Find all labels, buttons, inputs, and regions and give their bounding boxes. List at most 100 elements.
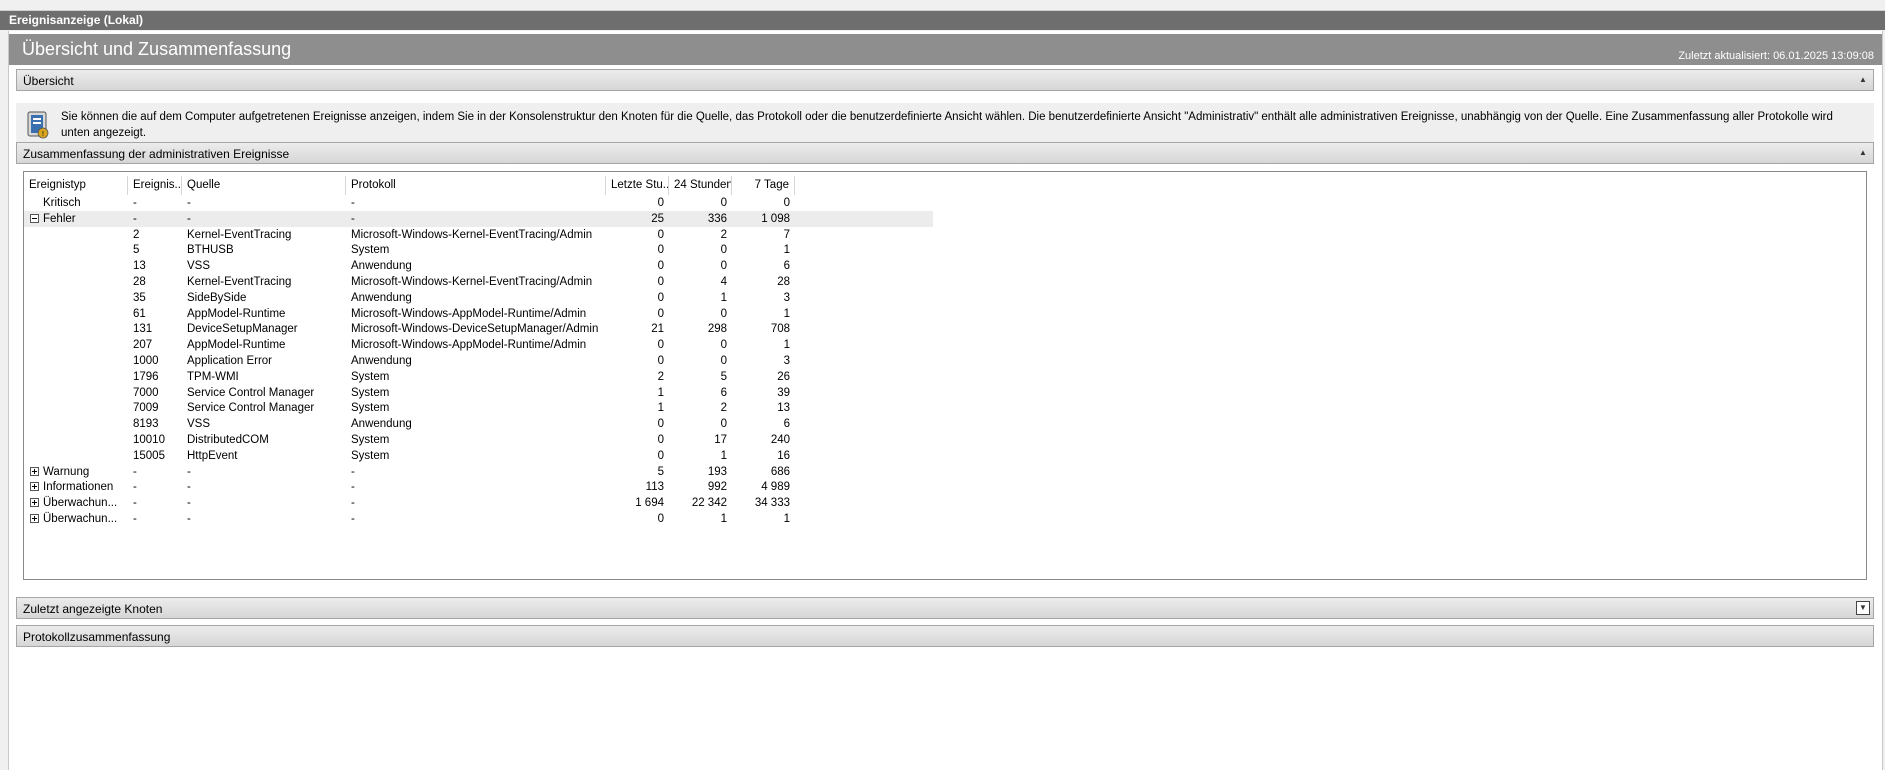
cell-type: Überwachun... xyxy=(43,497,118,510)
cell-hour: 21 xyxy=(651,323,664,336)
section-overview-header[interactable]: Übersicht ▲ xyxy=(16,69,1874,91)
cell-log: Anwendung xyxy=(351,291,412,304)
cell-source: VSS xyxy=(187,260,211,273)
cell-log: Anwendung xyxy=(351,260,412,273)
cell-day: 298 xyxy=(707,323,727,336)
table-row[interactable]: 61 AppModel-Runtime Microsoft-Windows-AppM… xyxy=(24,306,933,322)
table-row[interactable]: 7009 Service Control Manager System 1 2 13 xyxy=(24,400,933,416)
cell-log: - xyxy=(351,497,355,510)
column-header-source[interactable]: Quelle xyxy=(182,176,346,195)
cell-type xyxy=(38,385,128,401)
cell-type: Überwachun... xyxy=(43,513,118,525)
section-log-summary-header[interactable]: Protokollzusammenfassung xyxy=(16,625,1874,647)
column-header-week[interactable]: 7 Tage xyxy=(732,176,795,195)
cell-source: - xyxy=(187,197,191,209)
column-header-type[interactable]: Ereignistyp xyxy=(24,176,128,195)
cell-week: 16 xyxy=(777,449,790,462)
cell-source: Application Error xyxy=(187,355,273,367)
column-header-day[interactable]: 24 Stunden xyxy=(669,176,732,195)
cell-id: - xyxy=(133,197,137,209)
table-row[interactable]: 28 Kernel-EventTracing Microsoft-Windows-K… xyxy=(24,274,933,290)
column-header-log[interactable]: Protokoll xyxy=(346,176,606,195)
cell-hour: 0 xyxy=(657,197,664,209)
table-row[interactable]: 207 AppModel-Runtime Microsoft-Windows-App… xyxy=(24,337,933,353)
cell-log: Microsoft-Windows-AppModel-Runtime/Admin xyxy=(351,307,587,320)
cell-day: 1 xyxy=(720,513,727,525)
cell-hour: 0 xyxy=(657,449,664,462)
cell-type xyxy=(38,400,128,416)
cell-type xyxy=(38,448,128,464)
cell-week: 7 xyxy=(783,228,790,241)
overview-description: Sie können die auf dem Computer aufgetre… xyxy=(61,111,1833,139)
cell-source: Service Control Manager xyxy=(187,402,315,415)
cell-type xyxy=(38,258,128,274)
table-row[interactable]: 13 VSS Anwendung 0 0 6 xyxy=(24,258,933,274)
cell-log: System xyxy=(351,434,390,446)
column-header-hour[interactable]: Letzte Stu... xyxy=(606,176,669,195)
table-row[interactable]: 15005 HttpEvent System 0 1 16 xyxy=(24,448,933,464)
cell-type xyxy=(38,369,128,385)
cell-type xyxy=(38,306,128,322)
cell-day: 1 xyxy=(720,291,727,304)
column-header-id[interactable]: Ereignis... xyxy=(128,176,182,195)
cell-id: 1000 xyxy=(133,355,159,367)
cell-week: 13 xyxy=(777,402,790,415)
cell-id: 28 xyxy=(133,276,146,288)
cell-day: 0 xyxy=(720,307,727,320)
table-row[interactable]: 5 BTHUSB System 0 0 1 xyxy=(24,242,933,258)
cell-day: 6 xyxy=(720,386,727,399)
cell-hour: 25 xyxy=(651,212,664,225)
table-row[interactable]: Fehler - - - 25 336 1 098 xyxy=(24,210,933,227)
cell-type: Fehler xyxy=(43,212,76,225)
cell-type xyxy=(38,242,128,258)
table-row[interactable]: 10010 DistributedCOM System 0 17 240 xyxy=(24,432,933,448)
cell-log: Microsoft-Windows-AppModel-Runtime/Admin xyxy=(351,339,587,352)
cell-source: BTHUSB xyxy=(187,244,234,257)
cell-id: 1796 xyxy=(133,370,159,383)
table-row[interactable]: 131 DeviceSetupManager Microsoft-Windows-D… xyxy=(24,321,933,337)
cell-log: - xyxy=(351,197,355,209)
cell-id: 10010 xyxy=(133,434,165,446)
cell-id: - xyxy=(133,497,137,510)
table-row[interactable]: Warnung - - - 5 193 686 xyxy=(24,464,933,480)
section-admin-summary-header[interactable]: Zusammenfassung der administrativen Erei… xyxy=(16,142,1874,164)
cell-week: 6 xyxy=(783,260,790,273)
cell-week: 6 xyxy=(783,418,790,431)
table-row[interactable]: 8193 VSS Anwendung 0 0 6 xyxy=(24,416,933,432)
collapse-icon[interactable]: ▲ xyxy=(1856,73,1870,87)
cell-week: 28 xyxy=(777,276,790,288)
table-row[interactable]: Kritisch - - - 0 0 0 xyxy=(24,195,933,211)
cell-hour: 0 xyxy=(657,434,664,446)
section-overview-label: Übersicht xyxy=(23,74,74,88)
section-admin-summary-label: Zusammenfassung der administrativen Erei… xyxy=(23,147,290,161)
cell-hour: 0 xyxy=(657,355,664,367)
table-row[interactable]: 1796 TPM-WMI System 2 5 26 xyxy=(24,369,933,385)
cell-log: System xyxy=(351,386,390,399)
cell-source: HttpEvent xyxy=(187,449,238,462)
table-row[interactable]: 1000 Application Error Anwendung 0 0 3 xyxy=(24,353,933,369)
table-row[interactable]: Informationen - - - 113 992 4 989 xyxy=(24,479,933,495)
cell-source: DistributedCOM xyxy=(187,434,269,446)
collapse-icon[interactable]: ▲ xyxy=(1856,146,1870,160)
cell-type xyxy=(38,321,128,337)
page-title: Übersicht und Zusammenfassung xyxy=(22,39,292,59)
cell-hour: 0 xyxy=(657,228,664,241)
table-row[interactable]: 7000 Service Control Manager System 1 6 39 xyxy=(24,385,933,401)
section-recent-nodes-header[interactable]: Zuletzt angezeigte Knoten ▼ xyxy=(16,597,1874,619)
cell-source: TPM-WMI xyxy=(187,370,239,383)
cell-source: - xyxy=(187,513,191,525)
cell-source: VSS xyxy=(187,418,211,431)
cell-id: 131 xyxy=(133,323,153,336)
table-row[interactable]: Überwachun... - - - 0 1 1 xyxy=(24,511,933,527)
table-row[interactable]: 35 SideBySide Anwendung 0 1 3 xyxy=(24,290,933,306)
cell-week: 3 xyxy=(783,355,790,367)
page-header: Übersicht und Zusammenfassung Zuletzt ak… xyxy=(9,34,1882,65)
cell-hour: 1 694 xyxy=(635,497,664,510)
table-row[interactable]: 2 Kernel-EventTracing Microsoft-Windows-Ke… xyxy=(24,227,933,243)
cell-hour: 0 xyxy=(657,513,664,525)
main-pane: Übersicht und Zusammenfassung Zuletzt ak… xyxy=(8,31,1883,770)
table-row[interactable]: Überwachun... - - - 1 694 22 342 34 333 xyxy=(24,495,933,511)
cell-hour: 0 xyxy=(657,291,664,304)
cell-hour: 0 xyxy=(657,260,664,273)
expand-icon[interactable]: ▼ xyxy=(1856,601,1870,615)
